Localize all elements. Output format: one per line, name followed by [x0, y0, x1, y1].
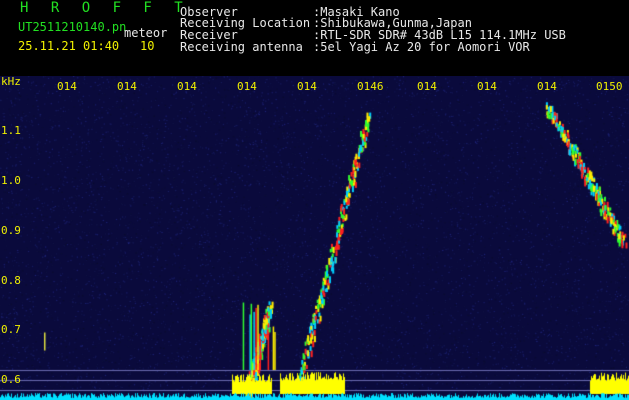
y-tick-label: 0.6 — [1, 373, 21, 386]
count-value: 10 — [140, 39, 155, 53]
x-tick-label: 014 — [297, 80, 317, 93]
file-name: UT2511210140.pn — [18, 20, 127, 34]
header: H R O F F T UT2511210140.pn meteor 25.11… — [0, 0, 629, 76]
x-tick-label: 014 — [237, 80, 257, 93]
y-tick-label: 1.0 — [1, 174, 21, 187]
y-tick-label: 0.9 — [1, 224, 21, 237]
x-tick-label: 014 — [417, 80, 437, 93]
antenna-label: Receiving antenna — [180, 40, 303, 54]
x-tick-label: 014 — [477, 80, 497, 93]
y-tick-label: 0.7 — [1, 323, 21, 336]
x-tick-label: 014 — [537, 80, 557, 93]
mode-label: meteor — [124, 26, 168, 40]
date-time: 25.11.21 01:40 — [18, 39, 120, 53]
y-tick-label: 1.1 — [1, 124, 21, 137]
x-tick-label: 0146 — [357, 80, 384, 93]
y-axis-label: kHz — [1, 75, 21, 88]
antenna-value: :5el Yagi Az 20 for Aomori VOR — [313, 40, 530, 54]
x-tick-label: 014 — [117, 80, 137, 93]
x-tick-label: 0150 — [596, 80, 623, 93]
spectrogram-canvas — [0, 76, 629, 400]
x-tick-label: 014 — [177, 80, 197, 93]
x-tick-label: 014 — [57, 80, 77, 93]
y-tick-label: 0.8 — [1, 274, 21, 287]
app-title: H R O F F T — [20, 0, 190, 16]
